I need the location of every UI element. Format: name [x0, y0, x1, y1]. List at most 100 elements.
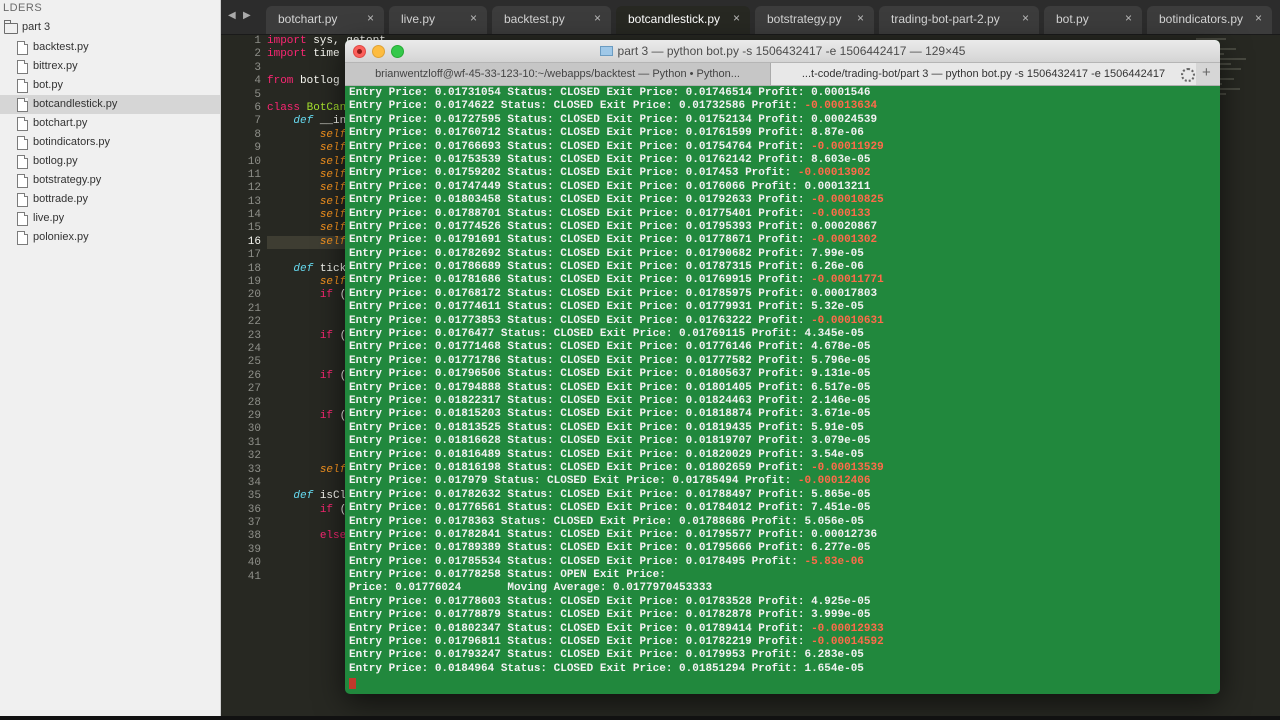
sidebar-file-item[interactable]: botstrategy.py — [0, 171, 220, 190]
profit-value: 0.00013211 — [804, 180, 871, 193]
editor-tab-label: botindicators.py — [1159, 12, 1244, 26]
line-number: 13 — [247, 195, 261, 208]
profit-value: 1.654e-05 — [804, 662, 864, 675]
sidebar-header: LDERS — [3, 2, 43, 14]
line-number: 23 — [247, 329, 261, 342]
terminal-line: Entry Price: 0.01782841 Status: CLOSED E… — [349, 529, 1217, 542]
line-number: 12 — [247, 182, 261, 195]
terminal-line: Entry Price: 0.01766693 Status: CLOSED E… — [349, 141, 1217, 154]
line-number: 15 — [247, 222, 261, 235]
file-icon — [17, 98, 28, 112]
terminal-line: Entry Price: 0.01796506 Status: CLOSED E… — [349, 368, 1217, 381]
terminal-line: Entry Price: 0.01816628 Status: CLOSED E… — [349, 435, 1217, 448]
editor-tab[interactable]: trading-bot-part-2.py × — [879, 6, 1039, 34]
terminal-titlebar[interactable]: part 3 — python bot.py -s 1506432417 -e … — [345, 40, 1220, 63]
terminal-line-text: Entry Price: 0.01789389 Status: CLOSED E… — [349, 542, 812, 555]
terminal-window[interactable]: part 3 — python bot.py -s 1506432417 -e … — [345, 40, 1220, 694]
line-number: 10 — [247, 155, 261, 168]
tab-forward-icon[interactable]: ▶ — [243, 10, 251, 21]
sidebar-file-item[interactable]: bot.py — [0, 76, 220, 95]
editor-tab[interactable]: bot.py × — [1044, 6, 1142, 34]
terminal-line: Entry Price: 0.01786689 Status: CLOSED E… — [349, 261, 1217, 274]
file-icon — [17, 231, 28, 245]
terminal-line: Entry Price: 0.01768172 Status: CLOSED E… — [349, 288, 1217, 301]
folder-part-3[interactable]: part 3 — [0, 20, 220, 38]
terminal-line: Entry Price: 0.01753539 Status: CLOSED E… — [349, 154, 1217, 167]
terminal-tab-backtest[interactable]: brianwentzloff@wf-45-33-123-10:~/webapps… — [345, 63, 771, 85]
profit-value: -0.00012406 — [797, 475, 871, 488]
terminal-line-text: Entry Price: 0.01782692 Status: CLOSED E… — [349, 247, 812, 260]
terminal-tab-bar: brianwentzloff@wf-45-33-123-10:~/webapps… — [345, 63, 1220, 86]
terminal-line-text: Entry Price: 0.01815203 Status: CLOSED E… — [349, 408, 812, 421]
terminal-line: Entry Price: 0.01816198 Status: CLOSED E… — [349, 462, 1217, 475]
terminal-line: Entry Price: 0.01760712 Status: CLOSED E… — [349, 127, 1217, 140]
file-icon — [17, 155, 28, 169]
terminal-line: Entry Price: 0.01759202 Status: CLOSED E… — [349, 167, 1217, 180]
terminal-line-text: Entry Price: 0.01813525 Status: CLOSED E… — [349, 421, 812, 434]
file-icon — [17, 212, 28, 226]
terminal-line-text: Entry Price: 0.01791691 Status: CLOSED E… — [349, 234, 812, 247]
sidebar-file-item[interactable]: backtest.py — [0, 38, 220, 57]
profit-value: -5.83e-06 — [804, 555, 864, 568]
sidebar-file-item[interactable]: botcandlestick.py — [0, 95, 220, 114]
terminal-tab-part3[interactable]: ...t-code/trading-bot/part 3 — python bo… — [771, 63, 1196, 85]
sidebar-file-item[interactable]: live.py — [0, 209, 220, 228]
sidebar-file-item[interactable]: bittrex.py — [0, 57, 220, 76]
terminal-output[interactable]: Entry Price: 0.01731054 Status: CLOSED E… — [349, 87, 1217, 690]
terminal-line-text: Entry Price: 0.01822317 Status: CLOSED E… — [349, 394, 812, 407]
sidebar: LDERS part 3 backtest.py bittrex.py bot.py… — [0, 0, 221, 716]
editor-tab-label: trading-bot-part-2.py — [891, 12, 1000, 26]
profit-value: 7.451e-05 — [811, 502, 871, 515]
terminal-line: Entry Price: 0.01778879 Status: CLOSED E… — [349, 609, 1217, 622]
terminal-line-text: Entry Price: 0.01776561 Status: CLOSED E… — [349, 502, 812, 515]
editor-tab[interactable]: live.py × — [389, 6, 487, 34]
terminal-line-text: Entry Price: 0.0176477 Status: CLOSED Ex… — [349, 328, 805, 341]
sidebar-file-item[interactable]: botchart.py — [0, 114, 220, 133]
folder-icon — [599, 46, 613, 56]
sidebar-file-label: botchart.py — [33, 117, 88, 129]
tab-close-icon[interactable]: × — [857, 11, 864, 25]
terminal-line: Entry Price: 0.01793247 Status: CLOSED E… — [349, 649, 1217, 662]
terminal-line-text: Entry Price: 0.01816198 Status: CLOSED E… — [349, 461, 812, 474]
profit-value: -0.0001302 — [811, 234, 878, 247]
editor-tab-label: bot.py — [1056, 12, 1089, 26]
tab-close-icon[interactable]: × — [1125, 11, 1132, 25]
file-icon — [17, 41, 28, 55]
terminal-line: Entry Price: 0.01791691 Status: CLOSED E… — [349, 234, 1217, 247]
tab-close-icon[interactable]: × — [1022, 11, 1029, 25]
terminal-line: Entry Price: 0.01785534 Status: CLOSED E… — [349, 556, 1217, 569]
terminal-line: Entry Price: 0.01773853 Status: CLOSED E… — [349, 315, 1217, 328]
profit-value: 6.26e-06 — [811, 261, 864, 274]
terminal-line: Entry Price: 0.0174622 Status: CLOSED Ex… — [349, 100, 1217, 113]
terminal-cursor — [349, 678, 356, 690]
terminal-line: Entry Price: 0.0178363 Status: CLOSED Ex… — [349, 516, 1217, 529]
tab-back-icon[interactable]: ◀ — [228, 10, 236, 21]
sidebar-file-item[interactable]: bottrade.py — [0, 190, 220, 209]
editor-tab[interactable]: botstrategy.py × — [755, 6, 874, 34]
line-number: 17 — [247, 249, 261, 262]
terminal-line-text: Entry Price: 0.01773853 Status: CLOSED E… — [349, 314, 812, 327]
terminal-line: Entry Price: 0.01774611 Status: CLOSED E… — [349, 301, 1217, 314]
sidebar-file-item[interactable]: botlog.py — [0, 152, 220, 171]
editor-tab[interactable]: botchart.py × — [266, 6, 384, 34]
editor-tab[interactable]: botcandlestick.py × — [616, 6, 750, 34]
terminal-line-text: Entry Price: 0.01747449 Status: CLOSED E… — [349, 180, 805, 193]
tab-close-icon[interactable]: × — [594, 11, 601, 25]
tab-close-icon[interactable]: × — [733, 11, 740, 25]
editor-tab[interactable]: backtest.py × — [492, 6, 611, 34]
sidebar-file-item[interactable]: poloniex.py — [0, 228, 220, 247]
tab-close-icon[interactable]: × — [367, 11, 374, 25]
tab-close-icon[interactable]: × — [1255, 11, 1262, 25]
tab-close-icon[interactable]: × — [470, 11, 477, 25]
profit-value: 8.87e-06 — [811, 127, 864, 140]
new-tab-plus-icon[interactable]: + — [1202, 64, 1211, 81]
terminal-line: Entry Price: 0.01822317 Status: CLOSED E… — [349, 395, 1217, 408]
editor-tab[interactable]: botindicators.py × — [1147, 6, 1272, 34]
sidebar-file-label: botlog.py — [33, 155, 78, 167]
sidebar-file-item[interactable]: botindicators.py — [0, 133, 220, 152]
profit-value: 2.146e-05 — [811, 394, 871, 407]
file-icon — [17, 136, 28, 150]
terminal-line-text: Entry Price: 0.01774611 Status: CLOSED E… — [349, 301, 812, 314]
profit-value: 8.603e-05 — [811, 153, 871, 166]
terminal-line: Entry Price: 0.01778258 Status: OPEN Exi… — [349, 569, 1217, 582]
